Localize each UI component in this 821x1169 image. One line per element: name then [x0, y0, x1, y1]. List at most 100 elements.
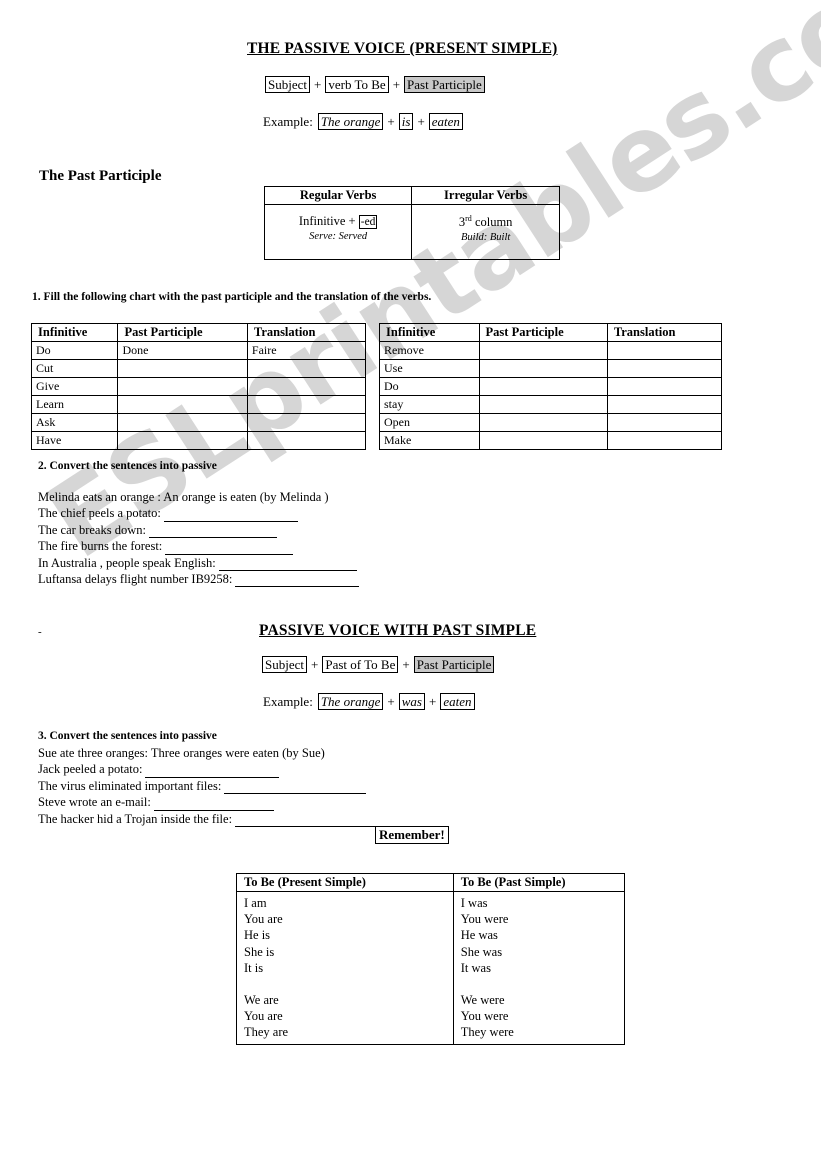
- page-title: THE PASSIVE VOICE (PRESENT SIMPLE): [247, 40, 558, 57]
- past-participle-table: Regular Verbs Irregular Verbs Infinitive…: [263, 186, 560, 260]
- cell-translation[interactable]: [606, 359, 723, 378]
- cell-past-participle[interactable]: [478, 395, 608, 414]
- cell-infinitive: Make: [379, 431, 480, 450]
- answer-blank[interactable]: [218, 558, 357, 572]
- exercise1-left-table-wrap: Infinitive Past Participle Translation D…: [30, 323, 367, 450]
- cell-translation[interactable]: [606, 377, 723, 396]
- tobe-past-5: It was: [460, 960, 491, 975]
- cell-past-participle[interactable]: [478, 377, 608, 396]
- table-header-row: Regular Verbs Irregular Verbs: [263, 186, 560, 205]
- table-row: Have: [30, 431, 367, 450]
- answer-blank[interactable]: [235, 574, 360, 588]
- table-row: Make: [379, 431, 723, 450]
- past-participle-table-wrap: Regular Verbs Irregular Verbs Infinitive…: [263, 186, 560, 260]
- cell-translation[interactable]: [246, 431, 367, 450]
- cell-past-participle[interactable]: [478, 413, 608, 432]
- sentence-prompt: The fire burns the forest:: [38, 539, 163, 554]
- cell-translation[interactable]: Faire: [246, 341, 367, 360]
- past-example-subject-box: The orange: [317, 693, 384, 710]
- answer-blank[interactable]: [165, 542, 294, 555]
- past-formula-plus-1: +: [311, 656, 319, 672]
- table-header-row: Infinitive Past Participle Translation: [379, 323, 723, 342]
- list-item: The fire burns the forest:: [38, 538, 359, 555]
- example-plus-1: +: [387, 113, 395, 129]
- tobe-present-7: You are: [244, 1009, 283, 1024]
- cell-past-participle[interactable]: [117, 431, 248, 450]
- answer-blank[interactable]: [224, 781, 367, 795]
- exercise3-sentences: Sue ate three oranges: Three oranges wer…: [38, 745, 378, 828]
- example-label: Example:: [263, 113, 313, 129]
- tobe-past-2: You were: [460, 912, 509, 927]
- header-translation: Translation: [606, 323, 723, 342]
- past-formula-subject-box: Subject: [262, 656, 307, 673]
- exercise1-heading: 1. Fill the following chart with the pas…: [32, 291, 432, 303]
- list-item: The chief peels a potato:: [38, 505, 359, 522]
- cell-translation[interactable]: [246, 377, 367, 396]
- table-row: Ask: [30, 413, 367, 432]
- cell-past-participle[interactable]: Done: [117, 341, 248, 360]
- regular-rule-example: Serve: Served: [309, 231, 368, 242]
- header-past-participle: Past Participle: [478, 323, 608, 342]
- cell-translation[interactable]: [246, 395, 367, 414]
- remember-badge-wrap: Remember!: [375, 826, 449, 844]
- tobe-present-1: I am: [244, 896, 267, 910]
- cell-infinitive: Use: [379, 359, 480, 378]
- list-item: The virus eliminated important files:: [38, 778, 377, 795]
- list-item: The hacker hid a Trojan inside the file:: [38, 811, 378, 828]
- answer-blank[interactable]: [148, 525, 277, 539]
- cell-past-participle[interactable]: [117, 359, 248, 378]
- cell-past-participle[interactable]: [117, 377, 248, 396]
- past-example-be-box: was: [398, 693, 425, 710]
- past-example-plus-1: +: [387, 693, 395, 709]
- cell-past-participle[interactable]: [117, 413, 248, 432]
- sentence-prompt: The virus eliminated important files:: [38, 778, 222, 793]
- cell-irregular-rule: 3rd column Build: Built: [411, 204, 560, 260]
- table-row: Use: [379, 359, 723, 378]
- cell-translation[interactable]: [246, 413, 367, 432]
- sentence-prompt: Steve wrote an e-mail:: [38, 795, 151, 810]
- cell-infinitive: Do: [379, 377, 480, 396]
- past-formula-plus-2: +: [402, 656, 410, 672]
- answer-blank[interactable]: [145, 765, 280, 778]
- example-subject-box: The orange: [317, 113, 384, 130]
- table-row: Remove: [379, 341, 723, 360]
- past-simple-title: PASSIVE VOICE WITH PAST SIMPLE: [259, 622, 537, 639]
- cell-translation[interactable]: [606, 395, 723, 414]
- verb-chart-left: Infinitive Past Participle Translation D…: [30, 323, 367, 450]
- cell-translation[interactable]: [606, 431, 723, 450]
- irregular-rule-word: column: [474, 215, 513, 230]
- cell-translation[interactable]: [246, 359, 367, 378]
- answer-blank[interactable]: [163, 509, 298, 522]
- list-item: In Australia , people speak English:: [38, 555, 359, 572]
- cell-translation[interactable]: [606, 413, 723, 432]
- table-header-row: Infinitive Past Participle Translation: [30, 323, 367, 342]
- cell-past-participle[interactable]: [117, 395, 248, 414]
- tobe-present-5: It is: [244, 960, 264, 975]
- present-example: Example: The orange + is + eaten: [263, 113, 463, 130]
- answer-blank[interactable]: [235, 814, 378, 828]
- sentence-prompt: The chief peels a potato:: [38, 506, 161, 521]
- cell-infinitive: Have: [30, 431, 119, 450]
- cell-tobe-past-forms: I was You were He was She was It was We …: [452, 891, 626, 1045]
- list-item: Sue ate three oranges: Three oranges wer…: [38, 745, 377, 761]
- past-formula-past-participle-box: Past Participle: [413, 656, 495, 673]
- answer-blank[interactable]: [153, 798, 274, 811]
- cell-past-participle[interactable]: [478, 359, 608, 378]
- formula-plus-2: +: [392, 76, 401, 92]
- header-translation: Translation: [246, 323, 367, 342]
- cell-infinitive: Learn: [30, 395, 119, 414]
- tobe-past-4: She was: [460, 944, 503, 959]
- cell-infinitive: Give: [30, 377, 119, 396]
- cell-past-participle[interactable]: [478, 431, 608, 450]
- list-item: The car breaks down:: [38, 522, 359, 539]
- tobe-past-1: I was: [460, 896, 488, 910]
- cell-past-participle[interactable]: [478, 341, 608, 360]
- group-spacer: [244, 976, 453, 992]
- cell-translation[interactable]: [606, 341, 723, 360]
- verb-chart-right: Infinitive Past Participle Translation R…: [379, 323, 723, 450]
- tobe-past-3: He was: [460, 928, 498, 943]
- table-row: Open: [379, 413, 723, 432]
- header-tobe-past: To Be (Past Simple): [452, 873, 626, 892]
- tobe-past-6: We were: [460, 993, 505, 1008]
- example-be-box: is: [398, 113, 414, 130]
